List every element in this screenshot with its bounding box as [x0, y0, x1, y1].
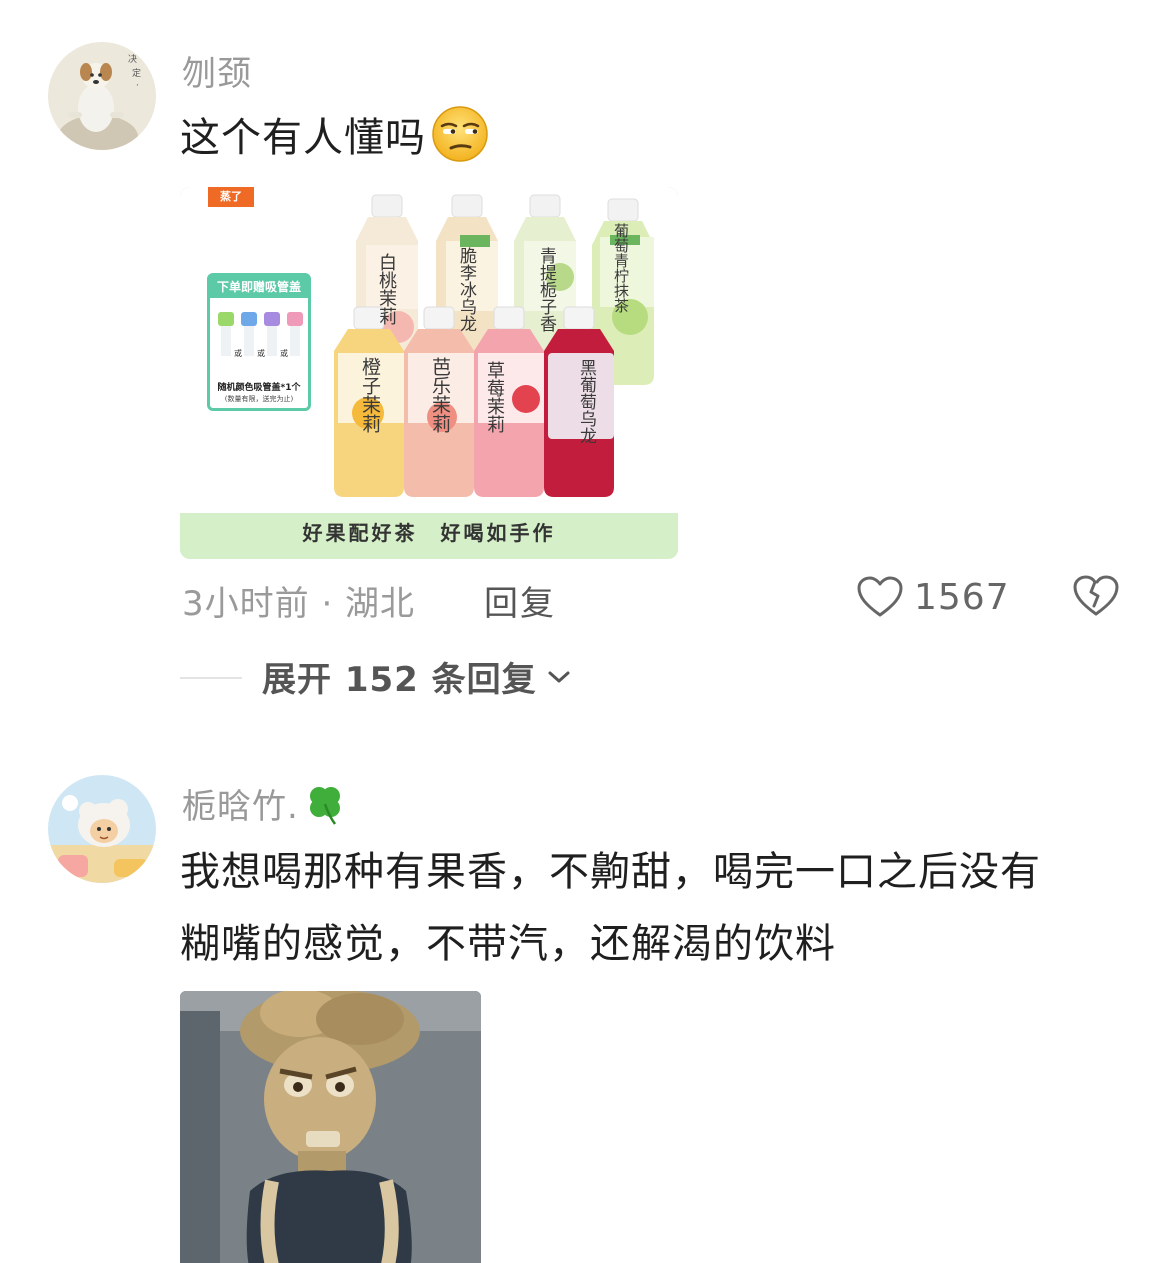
comment-text: 这个有人懂吗: [180, 102, 490, 174]
divider: [180, 677, 242, 679]
comment-text-line: 糊嘴的感觉，不带汽，还解渴的饮料: [180, 921, 836, 967]
broken-heart-icon[interactable]: [1072, 572, 1120, 620]
user-avatar[interactable]: [48, 775, 156, 883]
svg-text:决: 决: [128, 53, 137, 65]
expand-replies-button[interactable]: 展开 152 条回复: [262, 652, 571, 701]
promo-line1: 随机颜色吸管盖*1个: [217, 383, 301, 393]
unamused-face-emoji-icon: [430, 104, 490, 164]
comment-feed: 决 定 · 刎颈 这个有人懂吗 蒸了 下单即赠吸管盖 或 或 或 随机颜色吸管盖…: [0, 0, 1169, 1263]
image-banner-text: 好果配好茶 好喝如手作: [302, 521, 556, 545]
chevron-down-icon: [548, 671, 570, 682]
brand-logo: 蒸了: [208, 187, 254, 207]
promo-or: 或: [280, 349, 288, 358]
promo-or: 或: [234, 349, 242, 358]
comment-image[interactable]: [180, 991, 481, 1263]
svg-text:·: ·: [136, 81, 139, 91]
bottle-label: 白桃茉莉: [376, 253, 397, 325]
promo-box: 下单即赠吸管盖 或 或 或 随机颜色吸管盖*1个 (数量有限，送完为止): [207, 273, 311, 411]
like-count: 1567: [914, 576, 1010, 618]
reply-button[interactable]: 回复: [484, 576, 556, 625]
cartoon-sheep-avatar-image: [48, 775, 156, 883]
bottle-label: 葡萄青柠抹茶: [612, 223, 630, 313]
bottle-label: 橙子茉莉: [359, 357, 381, 433]
like-button[interactable]: 1567: [856, 572, 1010, 622]
heart-icon: [857, 576, 903, 617]
comment-text-content: 这个有人懂吗: [180, 115, 426, 161]
dog-avatar-image: 决 定 ·: [48, 42, 156, 150]
user-avatar[interactable]: 决 定 ·: [48, 42, 156, 150]
comment-time-location: 3小时前 · 湖北: [182, 584, 416, 624]
username[interactable]: 栀晗竹.: [182, 779, 347, 835]
promo-or: 或: [257, 349, 265, 358]
bottle-label: 草莓茉莉: [484, 361, 505, 433]
comment-image[interactable]: 蒸了 下单即赠吸管盖 或 或 或 随机颜色吸管盖*1个 (数量有限，送完为止) …: [180, 187, 678, 559]
bottle-label: 脆李冰乌龙: [456, 247, 476, 332]
bottle-label: 芭乐茉莉: [429, 357, 451, 433]
expand-replies-label: 展开 152 条回复: [262, 660, 537, 700]
promo-line2: (数量有限，送完为止): [224, 395, 294, 403]
four-leaf-clover-icon: [303, 782, 347, 835]
username-text: 栀晗竹.: [182, 787, 299, 827]
svg-text:定: 定: [132, 67, 141, 79]
meme-character-image: [180, 991, 481, 1263]
comment-text-line: 我想喝那种有果香，不齁甜，喝完一口之后没有: [180, 849, 1041, 895]
promo-header: 下单即赠吸管盖: [210, 276, 308, 298]
comment-text: 我想喝那种有果香，不齁甜，喝完一口之后没有 糊嘴的感觉，不带汽，还解渴的饮料: [180, 836, 1041, 980]
username[interactable]: 刎颈: [182, 46, 252, 95]
bottle-label: 黑葡萄乌龙: [576, 359, 596, 444]
bottle-label: 青提栀子香: [536, 247, 556, 332]
